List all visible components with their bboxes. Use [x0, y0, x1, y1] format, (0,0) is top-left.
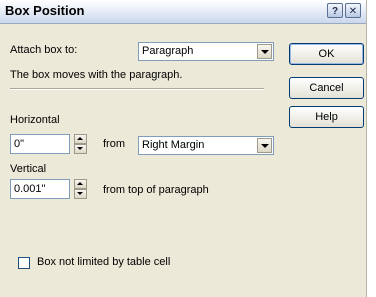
horizontal-spinner[interactable] [74, 134, 87, 154]
title-bar[interactable]: Box Position ? ✕ [0, 0, 366, 24]
horizontal-label: Horizontal [10, 114, 60, 126]
close-title-button[interactable]: ✕ [345, 3, 361, 18]
help-button[interactable]: Help [289, 106, 364, 128]
cancel-button[interactable]: Cancel [289, 77, 364, 99]
horizontal-input[interactable]: 0" [10, 134, 70, 154]
spin-up-icon[interactable] [74, 179, 87, 189]
spin-down-icon[interactable] [74, 189, 87, 199]
close-icon: ✕ [348, 6, 358, 17]
attach-box-label: Attach box to: [10, 44, 78, 56]
vertical-input[interactable]: 0.001" [10, 179, 70, 199]
chevron-down-icon[interactable] [257, 138, 272, 153]
vertical-value: 0.001" [14, 183, 46, 195]
from-value: Right Margin [142, 139, 205, 151]
help-title-button[interactable]: ? [327, 3, 343, 18]
from-label: from [103, 138, 125, 150]
vertical-suffix: from top of paragraph [103, 184, 209, 196]
attach-box-select[interactable]: Paragraph [138, 42, 274, 61]
spin-up-icon[interactable] [74, 134, 87, 144]
question-icon: ? [331, 6, 339, 17]
box-position-dialog: Box Position ? ✕ Attach box to: Paragrap… [0, 0, 367, 297]
dialog-title: Box Position [5, 3, 85, 18]
from-select[interactable]: Right Margin [138, 136, 274, 155]
chevron-down-icon[interactable] [257, 44, 272, 59]
ok-button[interactable]: OK [289, 43, 364, 65]
spin-down-icon[interactable] [74, 144, 87, 154]
attach-description: The box moves with the paragraph. [10, 69, 183, 81]
attach-box-value: Paragraph [142, 45, 194, 57]
vertical-label: Vertical [10, 163, 47, 175]
horizontal-value: 0" [14, 138, 25, 150]
table-cell-label[interactable]: Box not limited by table cell [37, 256, 170, 268]
separator [10, 88, 264, 90]
vertical-spinner[interactable] [74, 179, 87, 199]
table-cell-checkbox[interactable] [18, 257, 30, 269]
